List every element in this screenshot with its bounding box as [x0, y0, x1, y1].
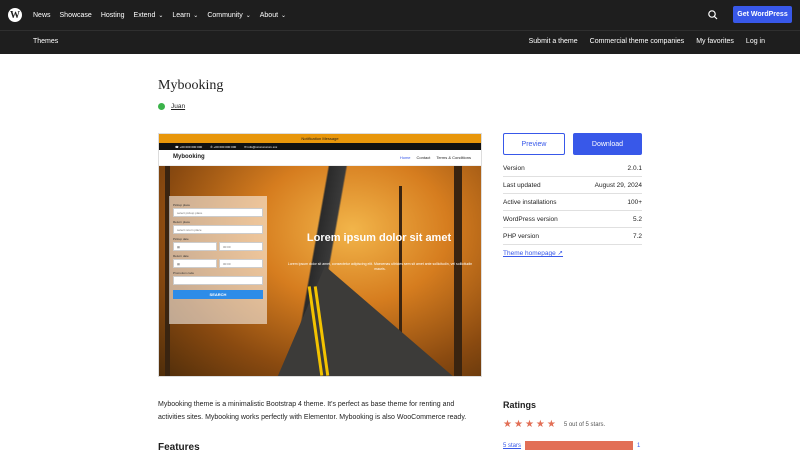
preview-pickup-select: select pickup place — [173, 208, 263, 217]
search-icon[interactable] — [707, 9, 719, 21]
meta-key: PHP version — [503, 232, 540, 240]
theme-meta-table: Version 2.0.1 Last updated August 29, 2024 A… — [503, 160, 642, 245]
rating-bar-label[interactable]: 5 stars — [503, 443, 525, 449]
preview-promo-label: Promotion code — [173, 271, 195, 275]
get-wordpress-button[interactable]: Get WordPress — [733, 6, 792, 23]
subnav-title[interactable]: Themes — [33, 38, 58, 45]
star-icon: ★ — [513, 419, 523, 430]
page-title: Mybooking — [158, 78, 224, 93]
preview-phone-2: ✆ +00 000 000 000 — [210, 144, 237, 149]
preview-button[interactable]: Preview — [503, 133, 565, 155]
my-favorites-link[interactable]: My favorites — [696, 38, 734, 45]
preview-pickup-date-field: ▦ — [173, 242, 217, 251]
meta-key: Last updated — [503, 181, 541, 189]
preview-menu-home: Home — [399, 155, 411, 160]
meta-key: WordPress version — [503, 215, 558, 223]
star-icon: ★ — [503, 419, 512, 430]
global-header: W News Showcase Hosting Extend ⌄ Learn ⌄ Commun… — [0, 0, 800, 30]
preview-promo-field — [173, 276, 263, 285]
preview-road — [277, 266, 455, 376]
preview-site-logo: Mybooking — [173, 154, 205, 160]
commercial-companies-link[interactable]: Commercial theme companies — [590, 38, 685, 45]
rating-bar-count: 1 — [637, 442, 641, 449]
meta-value: 100+ — [627, 198, 642, 206]
chevron-down-icon: ⌄ — [245, 12, 251, 19]
nav-item-label: About — [259, 11, 279, 19]
meta-key: Active installations — [503, 198, 557, 206]
preview-pickup-time-field: 00:00 — [219, 242, 263, 251]
meta-value: August 29, 2024 — [594, 181, 642, 189]
features-heading: Features — [158, 442, 200, 450]
nav-item-community[interactable]: Community ⌄ — [207, 12, 250, 19]
chevron-down-icon: ⌄ — [158, 12, 164, 19]
theme-screenshot: Notification Message ☎ +00 000 000 000 ✆… — [158, 133, 482, 377]
preview-phone-1: ☎ +00 000 000 000 — [175, 144, 203, 149]
meta-row: WordPress version 5.2 — [503, 211, 642, 228]
preview-return-date-row: ▦ 00:00 — [173, 258, 263, 268]
primary-nav: News Showcase Hosting Extend ⌄ Learn ⌄ Communit… — [33, 0, 295, 30]
preview-menu-contact: Contact — [416, 155, 431, 160]
meta-value: 5.2 — [632, 215, 642, 223]
nav-item-label: Showcase — [59, 11, 92, 19]
ratings-heading: Ratings — [503, 400, 537, 410]
themes-subnav: Themes Submit a theme Commercial theme c… — [0, 30, 800, 54]
nav-item-about[interactable]: About ⌄ — [260, 12, 286, 19]
star-icon: ★ — [524, 419, 534, 430]
preview-hero-title: Lorem ipsum dolor sit amet — [306, 232, 452, 244]
preview-notification-bar: Notification Message — [159, 134, 481, 143]
nav-item-label: Learn — [172, 11, 191, 19]
nav-item-label: Extend — [133, 11, 156, 19]
meta-row: PHP version 7.2 — [503, 228, 642, 245]
meta-row: Version 2.0.1 — [503, 160, 642, 177]
nav-item-showcase[interactable]: Showcase — [60, 12, 92, 19]
meta-key: Version — [503, 164, 525, 172]
nav-item-extend[interactable]: Extend ⌄ — [134, 12, 164, 19]
nav-item-news[interactable]: News — [33, 12, 51, 19]
download-button[interactable]: Download — [573, 133, 642, 155]
preview-return-date-field: ▦ — [173, 259, 217, 268]
meta-value: 7.2 — [632, 232, 642, 240]
preview-return-select: select return place — [173, 225, 263, 234]
subnav-links: Submit a theme Commercial theme companie… — [529, 38, 765, 45]
theme-homepage-link[interactable]: Theme homepage ↗ — [503, 249, 563, 257]
author-link[interactable]: Juan — [171, 103, 185, 110]
rating-summary: 5 out of 5 stars. — [563, 422, 606, 428]
nav-item-label: Community — [207, 11, 243, 19]
star-icon: ★ — [535, 419, 545, 430]
author-avatar-icon — [158, 103, 165, 110]
rating-bar-row: 5 stars 1 — [503, 441, 642, 450]
chevron-down-icon: ⌄ — [281, 12, 287, 19]
preview-pickup-date-row: ▦ 00:00 — [173, 241, 263, 251]
preview-menu-terms: Terms & Conditions — [436, 155, 471, 160]
preview-site-header: Mybooking Home Contact Terms & Condition… — [159, 150, 481, 166]
preview-return-label: Return place — [173, 220, 191, 224]
preview-hero-image: Pickup place select pickup place Return … — [159, 166, 481, 376]
nav-item-hosting[interactable]: Hosting — [101, 12, 125, 19]
chevron-down-icon: ⌄ — [193, 12, 199, 19]
theme-description: Mybooking theme is a minimalistic Bootst… — [158, 401, 467, 421]
preview-email: ✉ info@xxxxxxxxxxx.xxx — [244, 144, 278, 149]
preview-site-menu: Home Contact Terms & Conditions — [400, 155, 471, 160]
login-link[interactable]: Log in — [746, 38, 765, 45]
preview-pickup-label: Pickup place — [173, 203, 191, 207]
meta-row: Active installations 100+ — [503, 194, 642, 211]
meta-row: Last updated August 29, 2024 — [503, 177, 642, 194]
preview-booking-form: Pickup place select pickup place Return … — [169, 196, 267, 324]
nav-item-learn[interactable]: Learn ⌄ — [172, 12, 198, 19]
rating-bar-fill — [525, 441, 633, 450]
wordpress-logo-icon[interactable]: W — [8, 8, 22, 22]
nav-item-label: Hosting — [100, 11, 125, 19]
submit-theme-link[interactable]: Submit a theme — [529, 38, 578, 45]
nav-item-label: News — [33, 11, 51, 19]
preview-hero-subtitle: Lorem ipsum dolor sit amet, consectetur … — [287, 262, 473, 271]
meta-value: 2.0.1 — [627, 164, 642, 172]
star-icon: ★ — [546, 419, 556, 430]
rating-bar-track — [525, 441, 633, 450]
author: Juan — [158, 103, 185, 110]
preview-search-button: SEARCH — [173, 290, 263, 299]
preview-info-bar: ☎ +00 000 000 000 ✆ +00 000 000 000 ✉ in… — [159, 143, 481, 150]
rating-stars: ★ ★ ★ ★ ★ 5 out of 5 stars. — [503, 420, 605, 430]
preview-return-time-field: 00:00 — [219, 259, 263, 268]
